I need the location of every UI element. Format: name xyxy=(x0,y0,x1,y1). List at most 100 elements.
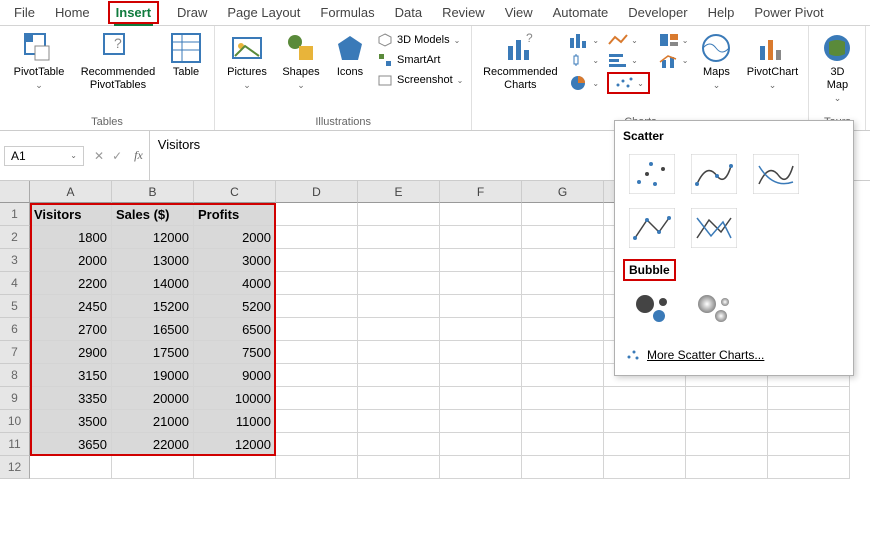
pictures-button[interactable]: Pictures⌄ xyxy=(223,32,271,91)
scatter-smooth-markers-button[interactable] xyxy=(685,149,743,199)
cell[interactable] xyxy=(440,226,522,249)
cell[interactable] xyxy=(522,295,604,318)
cell[interactable] xyxy=(522,203,604,226)
col-header[interactable]: B xyxy=(112,181,194,203)
cell[interactable] xyxy=(358,295,440,318)
row-header[interactable]: 5 xyxy=(0,295,30,318)
line-chart-button[interactable]: ⌄ xyxy=(607,32,650,48)
cell[interactable] xyxy=(686,410,768,433)
cell[interactable]: 21000 xyxy=(112,410,194,433)
cell[interactable] xyxy=(522,318,604,341)
cell[interactable] xyxy=(276,364,358,387)
cell[interactable] xyxy=(358,364,440,387)
row-header[interactable]: 3 xyxy=(0,249,30,272)
cell[interactable] xyxy=(358,341,440,364)
cell[interactable]: 20000 xyxy=(112,387,194,410)
cell[interactable] xyxy=(276,318,358,341)
tab-insert[interactable]: Insert xyxy=(114,1,153,26)
pie-chart-button[interactable]: ⌄ xyxy=(568,72,599,94)
tab-home[interactable]: Home xyxy=(53,1,92,24)
name-box[interactable]: A1⌄ xyxy=(4,146,84,166)
bubble-2d-button[interactable] xyxy=(623,283,681,333)
cell[interactable]: 2450 xyxy=(30,295,112,318)
cell[interactable] xyxy=(276,387,358,410)
cancel-icon[interactable]: ✕ xyxy=(94,149,104,163)
row-header[interactable]: 11 xyxy=(0,433,30,456)
cell[interactable]: 12000 xyxy=(112,226,194,249)
tab-developer[interactable]: Developer xyxy=(626,1,689,24)
cell[interactable] xyxy=(358,272,440,295)
cell[interactable]: 3150 xyxy=(30,364,112,387)
row-header[interactable]: 12 xyxy=(0,456,30,479)
cell[interactable] xyxy=(604,410,686,433)
tab-draw[interactable]: Draw xyxy=(175,1,209,24)
cell[interactable]: 11000 xyxy=(194,410,276,433)
cell[interactable] xyxy=(522,364,604,387)
table-button[interactable]: Table xyxy=(166,32,206,79)
recommended-pivottables-button[interactable]: ? Recommended PivotTables xyxy=(78,32,158,92)
pivottable-button[interactable]: PivotTable⌄ xyxy=(8,32,70,91)
pivotchart-button[interactable]: PivotChart⌄ xyxy=(744,32,800,91)
tab-data[interactable]: Data xyxy=(393,1,424,24)
stat-chart-button[interactable]: ⌄ xyxy=(568,52,599,68)
scatter-straight-markers-button[interactable] xyxy=(623,203,681,253)
cell[interactable] xyxy=(276,272,358,295)
more-scatter-charts-button[interactable]: More Scatter Charts... xyxy=(623,343,845,367)
cell[interactable] xyxy=(276,433,358,456)
tab-view[interactable]: View xyxy=(503,1,535,24)
cell[interactable] xyxy=(276,203,358,226)
bubble-3d-button[interactable] xyxy=(685,283,743,333)
cell[interactable]: 17500 xyxy=(112,341,194,364)
cell[interactable] xyxy=(522,249,604,272)
row-header[interactable]: 2 xyxy=(0,226,30,249)
3d-models-button[interactable]: 3D Models ⌄ xyxy=(377,32,463,48)
scatter-markers-button[interactable] xyxy=(623,149,681,199)
tab-review[interactable]: Review xyxy=(440,1,487,24)
scatter-straight-lines-button[interactable] xyxy=(685,203,743,253)
row-header[interactable]: 9 xyxy=(0,387,30,410)
cell[interactable] xyxy=(522,456,604,479)
cell[interactable]: 13000 xyxy=(112,249,194,272)
tab-help[interactable]: Help xyxy=(706,1,737,24)
cell[interactable]: 6500 xyxy=(194,318,276,341)
cell[interactable] xyxy=(686,456,768,479)
cell[interactable] xyxy=(768,387,850,410)
cell[interactable] xyxy=(440,410,522,433)
scatter-chart-button[interactable]: ⌄ xyxy=(607,72,650,94)
cell[interactable] xyxy=(358,226,440,249)
cell[interactable] xyxy=(358,456,440,479)
cell[interactable] xyxy=(358,318,440,341)
cell[interactable] xyxy=(768,433,850,456)
cell[interactable] xyxy=(768,410,850,433)
cell[interactable]: 2700 xyxy=(30,318,112,341)
cell[interactable] xyxy=(276,410,358,433)
cell[interactable] xyxy=(604,433,686,456)
cell[interactable] xyxy=(440,433,522,456)
cell[interactable]: 3350 xyxy=(30,387,112,410)
cell[interactable] xyxy=(522,433,604,456)
cell[interactable]: 14000 xyxy=(112,272,194,295)
cell[interactable] xyxy=(276,226,358,249)
cell[interactable]: 2000 xyxy=(30,249,112,272)
cell[interactable] xyxy=(30,456,112,479)
row-header[interactable]: 10 xyxy=(0,410,30,433)
cell[interactable] xyxy=(768,456,850,479)
cell[interactable]: 3500 xyxy=(30,410,112,433)
3d-map-button[interactable]: 3D Map⌄ xyxy=(817,32,857,104)
cell[interactable]: 12000 xyxy=(194,433,276,456)
col-header[interactable]: C xyxy=(194,181,276,203)
tab-power-pivot[interactable]: Power Pivot xyxy=(752,1,825,24)
tab-automate[interactable]: Automate xyxy=(551,1,611,24)
cell[interactable]: 3000 xyxy=(194,249,276,272)
cell[interactable] xyxy=(440,272,522,295)
cell[interactable] xyxy=(440,249,522,272)
bar-chart-button[interactable]: ⌄ xyxy=(607,52,650,68)
tab-page-layout[interactable]: Page Layout xyxy=(225,1,302,24)
row-header[interactable]: 8 xyxy=(0,364,30,387)
cell[interactable]: 1800 xyxy=(30,226,112,249)
row-header[interactable]: 4 xyxy=(0,272,30,295)
cell[interactable] xyxy=(440,341,522,364)
maps-button[interactable]: Maps⌄ xyxy=(696,32,736,91)
cell[interactable] xyxy=(440,364,522,387)
cell[interactable] xyxy=(112,456,194,479)
